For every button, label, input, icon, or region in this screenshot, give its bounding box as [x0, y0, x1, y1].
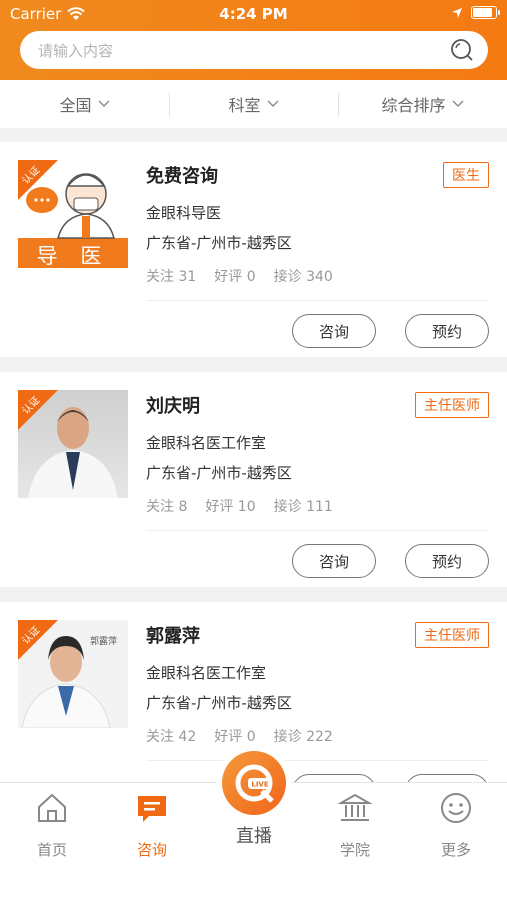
doctor-title-tag: 主任医师 [415, 622, 489, 648]
chevron-down-icon [452, 100, 463, 107]
card-divider [146, 760, 489, 761]
doctor-card[interactable]: 认证 刘庆明 主任医师 金眼科名医工作室 广东省-广州市-越秀区 关注 8 好评… [0, 372, 507, 587]
live-icon: LIVE [222, 751, 286, 815]
tab-academy-label: 学院 [339, 841, 370, 859]
chevron-down-icon [98, 100, 109, 107]
doctor-department: 金眼科名医工作室 [146, 434, 267, 452]
location-arrow-icon [452, 7, 462, 18]
status-bar: Carrier 4:24 PM [0, 0, 507, 28]
doctor-department: 金眼科名医工作室 [146, 664, 267, 682]
follow-count: 关注 8 [146, 499, 188, 515]
smile-icon [441, 793, 471, 823]
filter-sort[interactable]: 综合排序 [338, 80, 507, 128]
book-button[interactable]: 预约 [405, 544, 489, 578]
doctor-stats: 关注 8 好评 10 接诊 111 [146, 496, 333, 516]
tab-live-label: 直播 [236, 826, 272, 847]
card-divider [146, 300, 489, 301]
doctor-location: 广东省-广州市-越秀区 [146, 464, 292, 482]
review-count: 好评 10 [205, 499, 256, 515]
doctor-location: 广东省-广州市-越秀区 [146, 694, 292, 712]
tab-live[interactable]: LIVE [216, 745, 292, 821]
visit-count: 接诊 340 [273, 269, 333, 285]
consult-button[interactable]: 咨询 [292, 544, 376, 578]
search-icon[interactable] [450, 38, 474, 62]
filter-sort-label: 综合排序 [381, 96, 446, 115]
filter-department[interactable]: 科室 [169, 80, 338, 128]
card-divider [146, 530, 489, 531]
doctor-name: 刘庆明 [146, 396, 200, 417]
chevron-down-icon [267, 100, 278, 107]
doctor-name: 郭露萍 [146, 626, 200, 647]
search-placeholder: 请输入内容 [38, 42, 114, 60]
filter-region[interactable]: 全国 [0, 80, 169, 128]
follow-count: 关注 42 [146, 729, 197, 745]
follow-count: 关注 31 [146, 269, 197, 285]
tab-more-label: 更多 [440, 841, 471, 859]
battery-icon [471, 6, 500, 19]
tab-consult-label: 咨询 [136, 841, 167, 859]
photo-caption: 郭露萍 [90, 637, 118, 647]
doctor-location: 广东省-广州市-越秀区 [146, 234, 292, 252]
doctor-card[interactable]: 导 医 认证 免费咨询 医生 金眼科导医 广东省-广州市-越秀区 关注 31 好… [0, 142, 507, 357]
status-time: 4:24 PM [219, 5, 288, 23]
consult-button[interactable]: 咨询 [292, 314, 376, 348]
filter-region-label: 全国 [59, 96, 92, 115]
review-count: 好评 0 [214, 269, 256, 285]
home-icon [38, 793, 66, 822]
search-input[interactable]: 请输入内容 [20, 31, 488, 69]
review-count: 好评 0 [214, 729, 256, 745]
doctor-stats: 关注 31 好评 0 接诊 340 [146, 266, 333, 286]
photo-caption: 导 医 [36, 244, 110, 268]
filter-bar: 全国 科室 综合排序 [0, 80, 507, 128]
doctor-title-tag: 主任医师 [415, 392, 489, 418]
doctor-photo: 认证 [18, 390, 128, 498]
tab-more[interactable]: 更多 [416, 791, 496, 860]
visit-count: 接诊 111 [273, 499, 333, 515]
doctor-photo: 导 医 认证 [18, 160, 128, 268]
doctor-department: 金眼科导医 [146, 204, 222, 222]
doctor-name: 免费咨询 [146, 166, 218, 187]
book-button[interactable]: 预约 [405, 314, 489, 348]
tab-home[interactable]: 首页 [12, 791, 92, 860]
tab-consult[interactable]: 咨询 [112, 791, 192, 860]
chat-icon [138, 796, 166, 822]
doctor-photo: 郭露萍 认证 [18, 620, 128, 728]
tab-home-label: 首页 [36, 841, 67, 859]
header-bar: Carrier 4:24 PM 请输入内容 [0, 0, 507, 80]
visit-count: 接诊 222 [273, 729, 333, 745]
filter-department-label: 科室 [228, 96, 261, 115]
tab-academy[interactable]: 学院 [315, 791, 395, 860]
doctor-title-tag: 医生 [443, 162, 489, 188]
doctor-stats: 关注 42 好评 0 接诊 222 [146, 726, 333, 746]
live-badge-label: LIVE [251, 781, 268, 789]
academy-icon [338, 793, 372, 821]
